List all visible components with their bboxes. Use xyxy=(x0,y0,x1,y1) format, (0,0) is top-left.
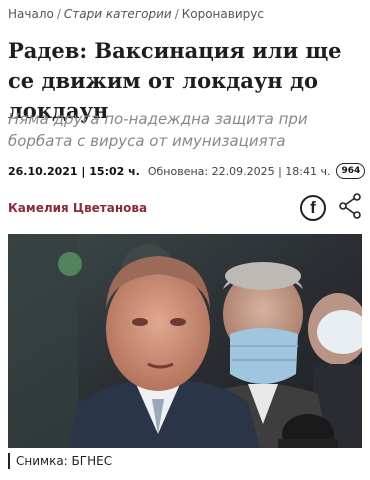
article-subtitle: Няма друга по-надеждна защита при борбат… xyxy=(8,110,308,150)
breadcrumb-coronavirus[interactable]: Коронавирус xyxy=(182,7,264,21)
article-photo xyxy=(8,234,362,448)
views-badge: 964 xyxy=(336,163,366,179)
breadcrumb: Начало / Стари категории / Коронавирус xyxy=(8,6,362,22)
share-icon[interactable] xyxy=(338,193,362,223)
breadcrumb-old-categories[interactable]: Стари категории xyxy=(64,7,172,21)
author-row: Камелия Цветанова f xyxy=(8,193,362,223)
share-buttons: f xyxy=(300,193,362,223)
caption-text: Снимка: БГНЕС xyxy=(16,454,113,468)
breadcrumb-separator: / xyxy=(174,7,179,21)
published-date: 26.10.2021 | 15:02 ч. xyxy=(8,164,140,178)
breadcrumb-home[interactable]: Начало xyxy=(8,7,54,21)
photo-caption: Снимка: БГНЕС xyxy=(8,452,362,470)
author-name[interactable]: Камелия Цветанова xyxy=(8,201,147,215)
caption-divider xyxy=(8,453,10,469)
breadcrumb-separator: / xyxy=(56,7,61,21)
facebook-icon[interactable]: f xyxy=(300,195,326,221)
updated-date: Обновена: 22.09.2025 | 18:41 ч. xyxy=(147,164,331,178)
article-meta: 26.10.2021 | 15:02 ч. Обновена: 22.09.20… xyxy=(8,163,366,179)
